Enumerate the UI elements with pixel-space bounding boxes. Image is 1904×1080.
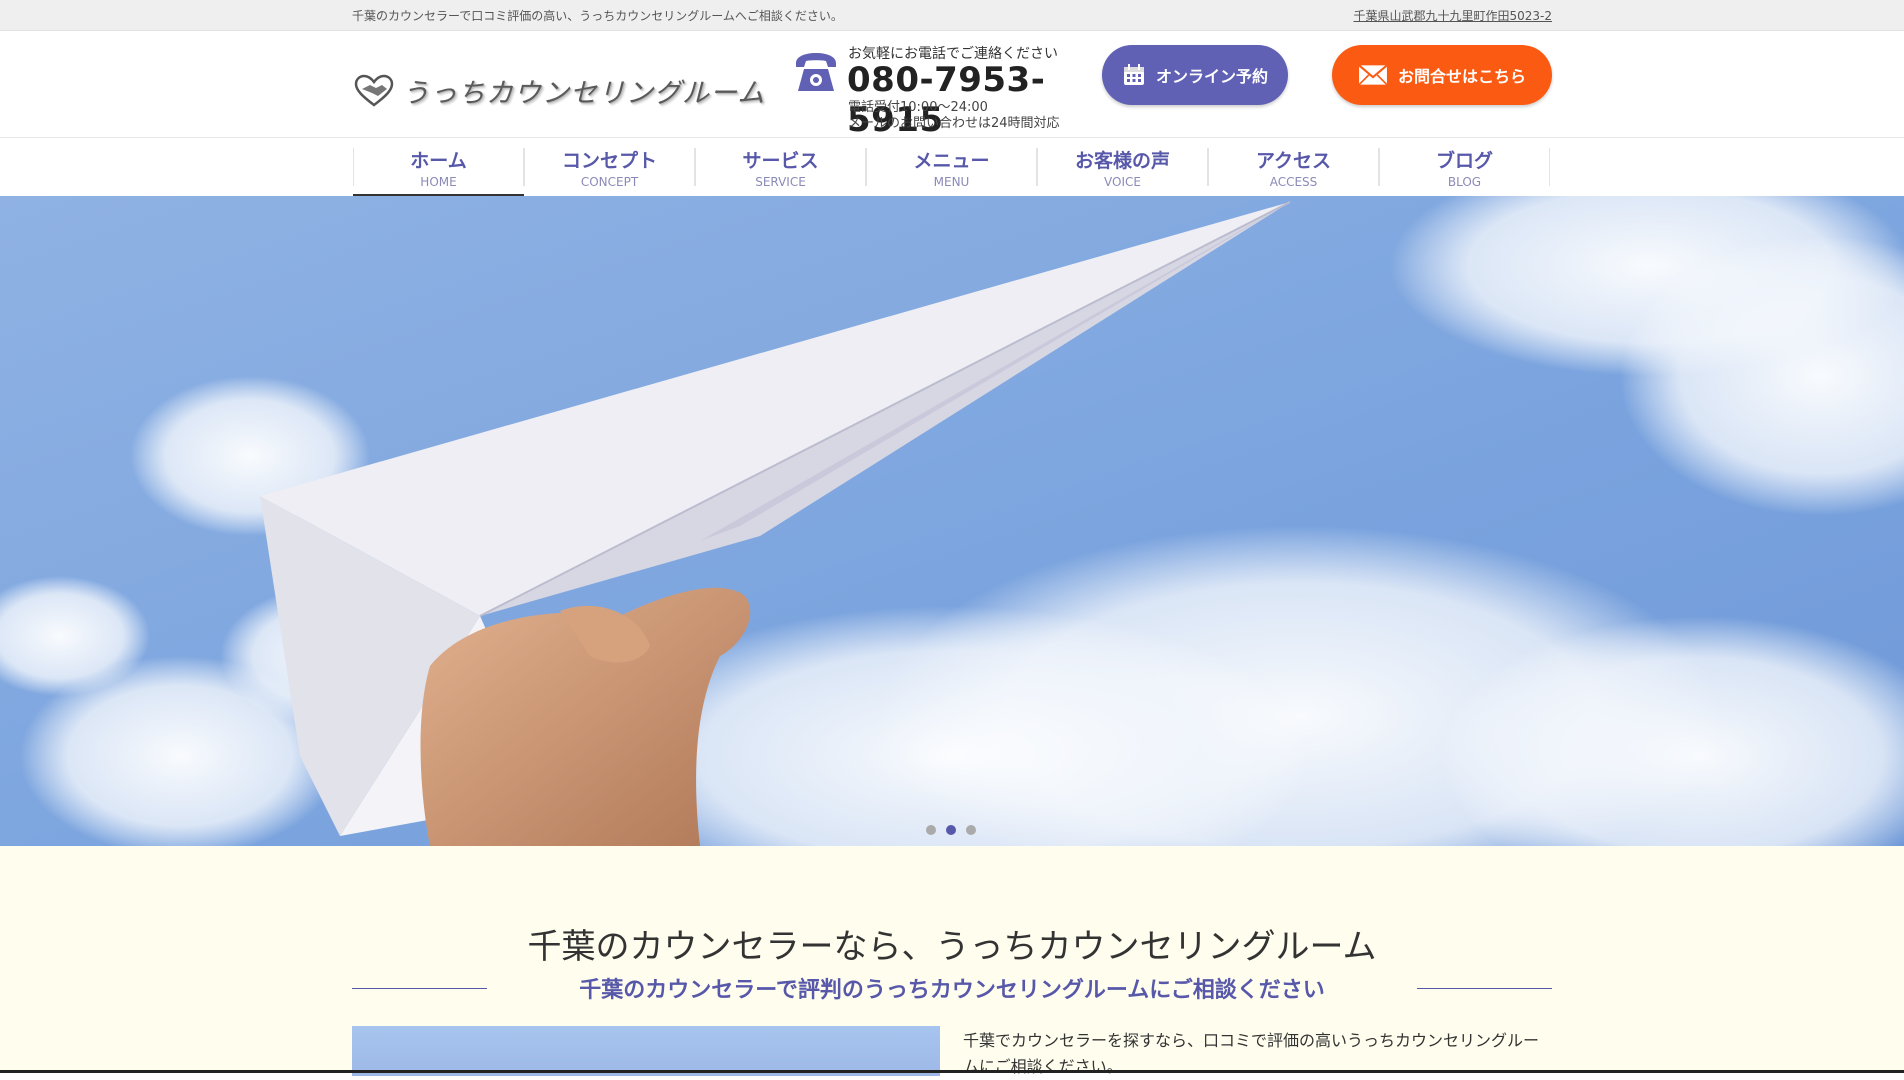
- nav-item-blog[interactable]: ブログ BLOG: [1379, 138, 1550, 196]
- slider-dot-1[interactable]: [926, 825, 936, 835]
- contact-button[interactable]: お問合せはこちら: [1332, 45, 1552, 105]
- nav-item-service[interactable]: サービス SERVICE: [695, 138, 866, 196]
- phone-hours: 電話受付10:00～24:00: [848, 100, 988, 115]
- online-reservation-label: オンライン予約: [1155, 67, 1268, 86]
- nav-sublabel: BLOG: [1447, 175, 1482, 189]
- calendar-icon: [1123, 64, 1144, 85]
- email-hours: メールのお問い合わせは24時間対応: [848, 116, 1060, 131]
- nav-sublabel: HOME: [420, 175, 457, 189]
- nav-label: アクセス: [1255, 150, 1332, 172]
- phone-contact: お気軽にお電話でご連絡ください 080-7953-5915 電話受付10:00～…: [792, 39, 1092, 140]
- nav-sublabel: SERVICE: [755, 175, 806, 189]
- section-heading: 千葉のカウンセラーなら、うっちカウンセリングルーム: [527, 927, 1377, 967]
- address-link[interactable]: 千葉県山武郡九十九里町作田5023-2: [1353, 7, 1552, 24]
- site-tagline: 千葉のカウンセラーで口コミ評価の高い、うっちカウンセリングルームへご相談ください…: [352, 9, 843, 23]
- nav-label: サービス: [742, 150, 819, 172]
- slider-pagination: [926, 825, 976, 835]
- nav-sublabel: MENU: [933, 175, 970, 189]
- logo-text: うっちカウンセリングルーム: [402, 78, 766, 109]
- section-subheading: 千葉のカウンセラーで評判のうっちカウンセリングルームにご相談ください: [579, 978, 1325, 1003]
- telephone-icon: [796, 53, 836, 91]
- business-hours: 電話受付10:00～24:00 メールのお問い合わせは24時間対応: [848, 100, 1060, 132]
- nav-label: メニュー: [913, 150, 990, 172]
- intro-section: 千葉のカウンセラーなら、うっちカウンセリングルーム 千葉のカウンセラーで評判のう…: [0, 846, 1904, 1076]
- hero-slider[interactable]: [0, 196, 1904, 846]
- top-bar: 千葉のカウンセラーで口コミ評価の高い、うっちカウンセリングルームへご相談ください…: [0, 0, 1904, 31]
- nav-label: コンセプト: [561, 150, 657, 172]
- nav-item-menu[interactable]: メニュー MENU: [866, 138, 1037, 196]
- nav-sublabel: ACCESS: [1269, 175, 1318, 189]
- slider-dot-3[interactable]: [966, 825, 976, 835]
- nav-label: お客様の声: [1074, 150, 1170, 172]
- nav-item-concept[interactable]: コンセプト CONCEPT: [524, 138, 695, 196]
- nav-sublabel: VOICE: [1104, 175, 1141, 189]
- site-header: うっちカウンセリングルーム お気軽にお電話でご連絡ください 080-7953-5…: [0, 31, 1904, 140]
- nav-item-home[interactable]: ホーム HOME: [353, 138, 524, 196]
- nav-label: ブログ: [1435, 150, 1493, 172]
- envelope-icon: [1358, 64, 1388, 86]
- hero-image-paper-plane: [0, 196, 1904, 846]
- divider-right: [1417, 988, 1552, 989]
- contact-label: お問合せはこちら: [1397, 67, 1526, 86]
- nav-sublabel: CONCEPT: [580, 175, 639, 189]
- intro-image: [352, 1026, 940, 1076]
- slider-dot-2[interactable]: [946, 825, 956, 835]
- site-logo[interactable]: うっちカウンセリングルーム: [354, 71, 765, 110]
- global-nav: ホーム HOME コンセプト CONCEPT サービス SERVICE メニュー…: [0, 137, 1904, 197]
- nav-label: ホーム: [410, 150, 467, 172]
- nav-item-access[interactable]: アクセス ACCESS: [1208, 138, 1379, 196]
- online-reservation-button[interactable]: オンライン予約: [1102, 45, 1288, 105]
- nav-item-voice[interactable]: お客様の声 VOICE: [1037, 138, 1208, 196]
- handshake-heart-icon: [354, 74, 394, 107]
